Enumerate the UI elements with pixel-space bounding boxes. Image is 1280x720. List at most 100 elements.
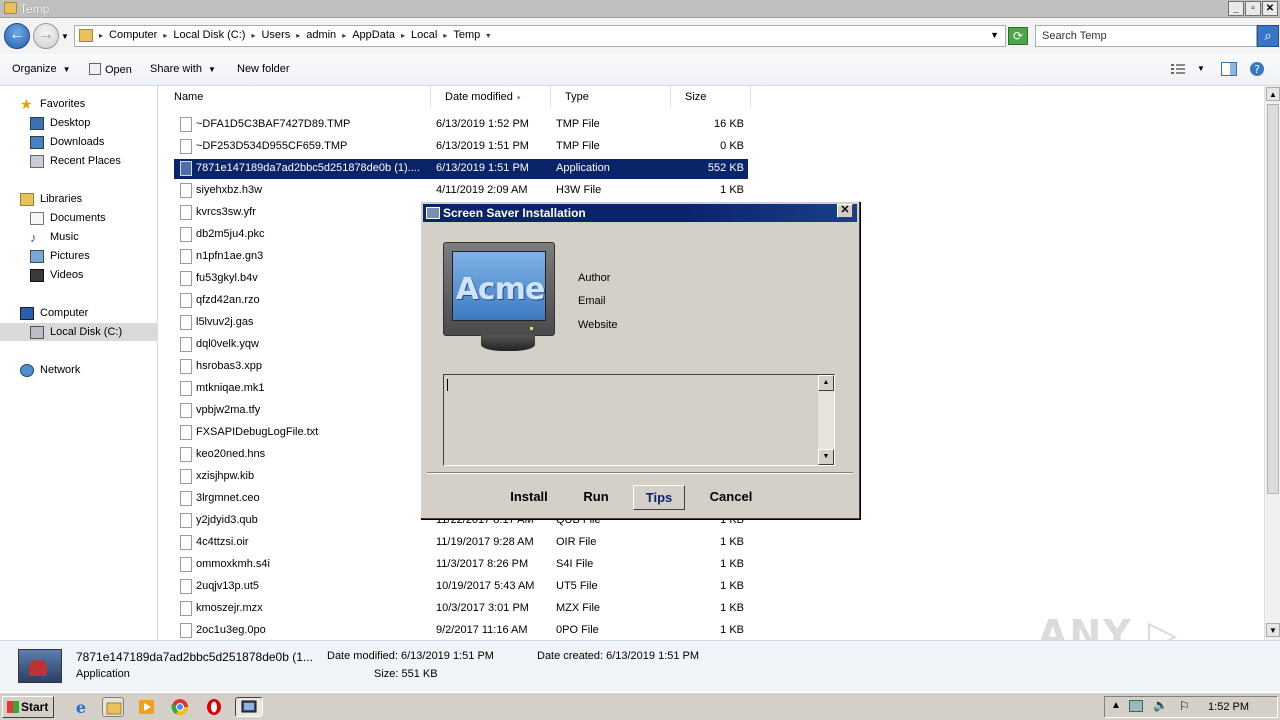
- new-folder-button[interactable]: New folder: [237, 63, 290, 75]
- column-header-name[interactable]: Name: [160, 86, 431, 108]
- textarea-scrollbar[interactable]: ▲ ▼: [818, 375, 834, 465]
- nav-documents[interactable]: Documents: [30, 209, 106, 227]
- file-row[interactable]: kmoszejr.mzx 10/3/2017 3:01 PM MZX File 1 K…: [174, 599, 748, 619]
- file-row[interactable]: 2oc1u3eg.0po 9/2/2017 11:16 AM 0PO File 1 K…: [174, 621, 748, 641]
- share-with-button[interactable]: Share with ▼: [150, 63, 216, 75]
- scroll-down-icon[interactable]: ▼: [818, 449, 834, 465]
- view-dropdown-icon[interactable]: ▼: [1197, 64, 1205, 73]
- chevron-right-icon[interactable]: ▸: [99, 31, 103, 41]
- maximize-button[interactable]: ▫: [1245, 1, 1261, 16]
- file-row[interactable]: 4c4ttzsi.oir 11/19/2017 9:28 AM OIR File 1 …: [174, 533, 748, 553]
- chevron-right-icon[interactable]: ▸: [401, 31, 405, 41]
- file-row-selected[interactable]: 7871e147189da7ad2bbc5d251878de0b (1)....…: [174, 159, 748, 179]
- file-name: vpbjw2ma.tfy: [196, 404, 261, 416]
- chevron-down-icon: ▼: [207, 65, 216, 74]
- tips-button[interactable]: Tips: [633, 485, 685, 510]
- screensaver-taskbar-button[interactable]: [235, 697, 263, 717]
- chevron-right-icon[interactable]: ▸: [443, 31, 447, 41]
- column-header-date[interactable]: Date modified ▾: [431, 86, 551, 108]
- chevron-down-icon[interactable]: ▾: [486, 31, 490, 41]
- details-pane: 7871e147189da7ad2bbc5d251878de0b (1... A…: [0, 640, 1280, 692]
- open-button[interactable]: Open: [89, 63, 132, 76]
- run-button[interactable]: Run: [573, 485, 619, 510]
- dialog-close-button[interactable]: ✕: [837, 204, 853, 218]
- computer-icon: [20, 306, 34, 320]
- install-button[interactable]: Install: [501, 485, 557, 510]
- vertical-scrollbar[interactable]: ▲ ▼: [1264, 86, 1280, 640]
- file-size: 1 KB: [720, 602, 744, 614]
- forward-button[interactable]: →: [33, 23, 59, 49]
- column-header-size[interactable]: Size: [671, 86, 751, 108]
- chevron-right-icon[interactable]: ▸: [251, 31, 255, 41]
- breadcrumb-users[interactable]: Users: [261, 29, 290, 41]
- column-header-type[interactable]: Type: [551, 86, 671, 108]
- scrollbar-thumb[interactable]: [1267, 104, 1279, 494]
- address-box[interactable]: ▸ Computer ▸ Local Disk (C:) ▸ Users ▸ a…: [74, 25, 1006, 47]
- breadcrumb-local-disk[interactable]: Local Disk (C:): [173, 29, 245, 41]
- nav-computer[interactable]: Computer: [20, 304, 88, 322]
- search-input[interactable]: Search Temp: [1035, 25, 1257, 47]
- file-icon: [180, 337, 192, 352]
- address-dropdown-icon[interactable]: ▼: [990, 30, 999, 40]
- cancel-button[interactable]: Cancel: [701, 485, 761, 510]
- chevron-right-icon[interactable]: ▸: [163, 31, 167, 41]
- file-icon: [180, 381, 192, 396]
- file-size: 1 KB: [720, 624, 744, 636]
- close-button[interactable]: ✕: [1262, 1, 1278, 16]
- open-label: Open: [105, 64, 132, 76]
- text-caret: [447, 379, 448, 391]
- internet-explorer-icon[interactable]: e: [70, 697, 92, 717]
- nav-recent-places[interactable]: Recent Places: [30, 152, 121, 170]
- nav-music[interactable]: ♪ Music: [30, 228, 79, 246]
- nav-videos[interactable]: Videos: [30, 266, 83, 284]
- explorer-taskbar-icon[interactable]: [102, 697, 124, 717]
- nav-label: Computer: [40, 307, 89, 319]
- file-name: qfzd42an.rzo: [196, 294, 260, 306]
- taskbar: Start e ▲ 🔈 ⚐ 1:52 PM: [0, 692, 1280, 720]
- breadcrumb-admin[interactable]: admin: [306, 29, 336, 41]
- preview-pane-icon[interactable]: [1221, 62, 1237, 76]
- file-row[interactable]: siyehxbz.h3w 4/11/2019 2:09 AM H3W File 1 K…: [174, 181, 748, 201]
- nav-desktop[interactable]: Desktop: [30, 114, 90, 132]
- show-hidden-icons-icon[interactable]: ▲: [1111, 700, 1121, 711]
- file-name: ~DFA1D5C3BAF7427D89.TMP: [196, 118, 351, 130]
- media-player-icon[interactable]: [136, 697, 158, 717]
- nav-pictures[interactable]: Pictures: [30, 247, 90, 265]
- chrome-icon[interactable]: [169, 697, 191, 717]
- start-button[interactable]: Start: [2, 696, 54, 718]
- scroll-up-icon[interactable]: ▲: [1266, 87, 1280, 101]
- nav-libraries[interactable]: Libraries: [20, 190, 82, 208]
- file-type: UT5 File: [556, 580, 598, 592]
- breadcrumb-appdata[interactable]: AppData: [352, 29, 395, 41]
- downloads-icon: [30, 135, 44, 149]
- file-size: 1 KB: [720, 184, 744, 196]
- file-row[interactable]: 2uqjv13p.ut5 10/19/2017 5:43 AM UT5 File 1 …: [174, 577, 748, 597]
- network-tray-icon[interactable]: [1129, 700, 1143, 712]
- clock[interactable]: 1:52 PM: [1208, 701, 1249, 713]
- description-textarea[interactable]: ▲ ▼: [443, 374, 835, 466]
- help-icon[interactable]: ?: [1249, 61, 1265, 77]
- nav-local-disk[interactable]: Local Disk (C:): [0, 323, 157, 341]
- nav-downloads[interactable]: Downloads: [30, 133, 104, 151]
- chevron-right-icon[interactable]: ▸: [296, 31, 300, 41]
- recent-pages-dropdown-icon[interactable]: ▼: [61, 32, 69, 41]
- action-center-flag-icon[interactable]: ⚐: [1179, 699, 1190, 713]
- back-button[interactable]: ←: [4, 23, 30, 49]
- file-row[interactable]: ommoxkmh.s4i 11/3/2017 8:26 PM S4I File 1 K…: [174, 555, 748, 575]
- file-row[interactable]: ~DFA1D5C3BAF7427D89.TMP 6/13/2019 1:52 PM…: [174, 115, 748, 135]
- organize-button[interactable]: Organize ▼: [12, 63, 71, 75]
- breadcrumb-temp[interactable]: Temp: [453, 29, 480, 41]
- refresh-button[interactable]: ⟳: [1008, 27, 1028, 45]
- minimize-button[interactable]: _: [1228, 1, 1244, 16]
- file-row[interactable]: ~DF253D534D955CF659.TMP 6/13/2019 1:51 PM…: [174, 137, 748, 157]
- chevron-right-icon[interactable]: ▸: [342, 31, 346, 41]
- opera-icon[interactable]: [203, 697, 225, 717]
- nav-favorites[interactable]: ★ Favorites: [20, 95, 85, 113]
- search-icon[interactable]: ⌕: [1257, 25, 1279, 47]
- nav-network[interactable]: Network: [20, 361, 80, 379]
- change-view-icon[interactable]: [1170, 62, 1186, 76]
- breadcrumb-local[interactable]: Local: [411, 29, 437, 41]
- volume-icon[interactable]: 🔈: [1153, 698, 1168, 712]
- scroll-up-icon[interactable]: ▲: [818, 375, 834, 391]
- breadcrumb-computer[interactable]: Computer: [109, 29, 157, 41]
